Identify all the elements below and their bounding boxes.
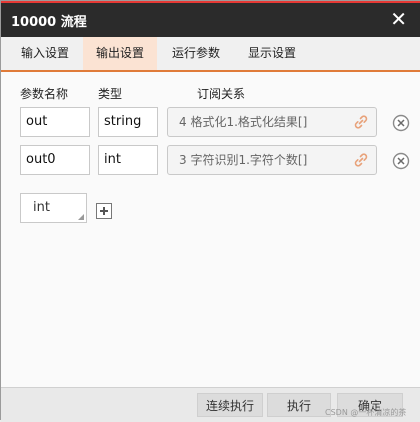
- tab-bar: 输入设置 输出设置 运行参数 显示设置: [1, 37, 420, 72]
- subscription-text: 3 字符识别1.字符个数[]: [179, 153, 308, 167]
- window-title: 10000 流程: [11, 15, 87, 30]
- watermark: CSDN @一杯清凉的茶: [325, 408, 407, 417]
- close-icon[interactable]: ✕: [390, 8, 407, 30]
- tab-display-settings[interactable]: 显示设置: [235, 37, 309, 70]
- subscription-text: 4 格式化1.格式化结果[]: [179, 115, 308, 129]
- new-param-type-value: int: [33, 200, 50, 215]
- run-button[interactable]: 执行: [267, 393, 331, 417]
- tab-output-settings[interactable]: 输出设置: [83, 37, 157, 70]
- header-subscription: 订阅关系: [197, 87, 246, 101]
- link-icon[interactable]: [353, 114, 369, 130]
- delete-row-icon[interactable]: [392, 114, 410, 132]
- add-param-button[interactable]: [96, 203, 112, 219]
- tab-run-params[interactable]: 运行参数: [159, 37, 233, 70]
- header-param-name: 参数名称: [20, 87, 69, 101]
- header-type: 类型: [98, 87, 123, 101]
- param-name-field[interactable]: out: [20, 107, 90, 137]
- title-bar: 10000 流程 ✕: [1, 3, 420, 37]
- param-name-field[interactable]: out0: [20, 145, 90, 175]
- param-type-field[interactable]: string: [98, 107, 158, 137]
- dropdown-corner-icon: [78, 214, 84, 220]
- subscription-field[interactable]: 4 格式化1.格式化结果[]: [167, 107, 377, 137]
- param-type-field[interactable]: int: [98, 145, 158, 175]
- dialog-window: 10000 流程 ✕ 输入设置 输出设置 运行参数 显示设置 参数名称 类型 订…: [0, 0, 420, 422]
- subscription-field[interactable]: 3 字符识别1.字符个数[]: [167, 145, 377, 175]
- new-param-type-select[interactable]: int: [20, 193, 87, 223]
- delete-row-icon[interactable]: [392, 152, 410, 170]
- continuous-run-button[interactable]: 连续执行: [197, 393, 263, 417]
- link-icon[interactable]: [353, 152, 369, 168]
- tab-input-settings[interactable]: 输入设置: [9, 37, 81, 70]
